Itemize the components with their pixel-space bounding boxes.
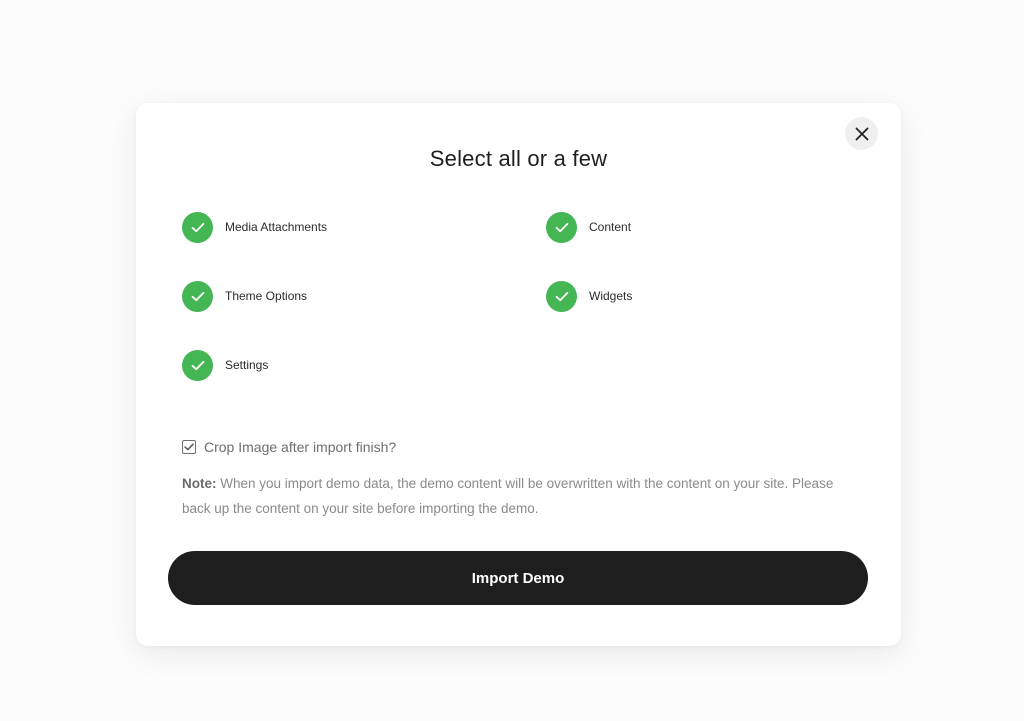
note-text: When you import demo data, the demo cont… [182, 476, 834, 516]
option-widgets[interactable]: Widgets [546, 280, 632, 312]
close-icon [855, 127, 868, 140]
option-media-attachments[interactable]: Media Attachments [182, 211, 327, 243]
import-note: Note: When you import demo data, the dem… [182, 471, 862, 521]
checkmark-icon [184, 443, 194, 451]
crop-image-checkbox-row[interactable]: Crop Image after import finish? [182, 439, 396, 455]
import-demo-modal: Select all or a few Media Attachments Co… [136, 103, 901, 646]
option-theme-options[interactable]: Theme Options [182, 280, 307, 312]
option-settings[interactable]: Settings [182, 349, 268, 381]
modal-title: Select all or a few [429, 146, 608, 171]
option-label: Widgets [589, 289, 633, 303]
check-circle-icon [546, 211, 577, 243]
option-label: Theme Options [225, 289, 308, 303]
check-circle-icon [182, 349, 213, 381]
option-label: Content [589, 220, 632, 234]
check-circle-icon [546, 280, 577, 312]
option-label: Settings [225, 358, 269, 372]
crop-image-checkbox[interactable] [182, 440, 196, 454]
check-circle-icon [182, 280, 213, 312]
check-circle-icon [182, 211, 213, 243]
crop-image-label: Crop Image after import finish? [204, 439, 397, 455]
import-demo-button[interactable]: Import Demo [168, 551, 868, 605]
option-label: Media Attachments [225, 220, 328, 234]
option-content[interactable]: Content [546, 211, 631, 243]
note-prefix: Note: [182, 476, 217, 491]
